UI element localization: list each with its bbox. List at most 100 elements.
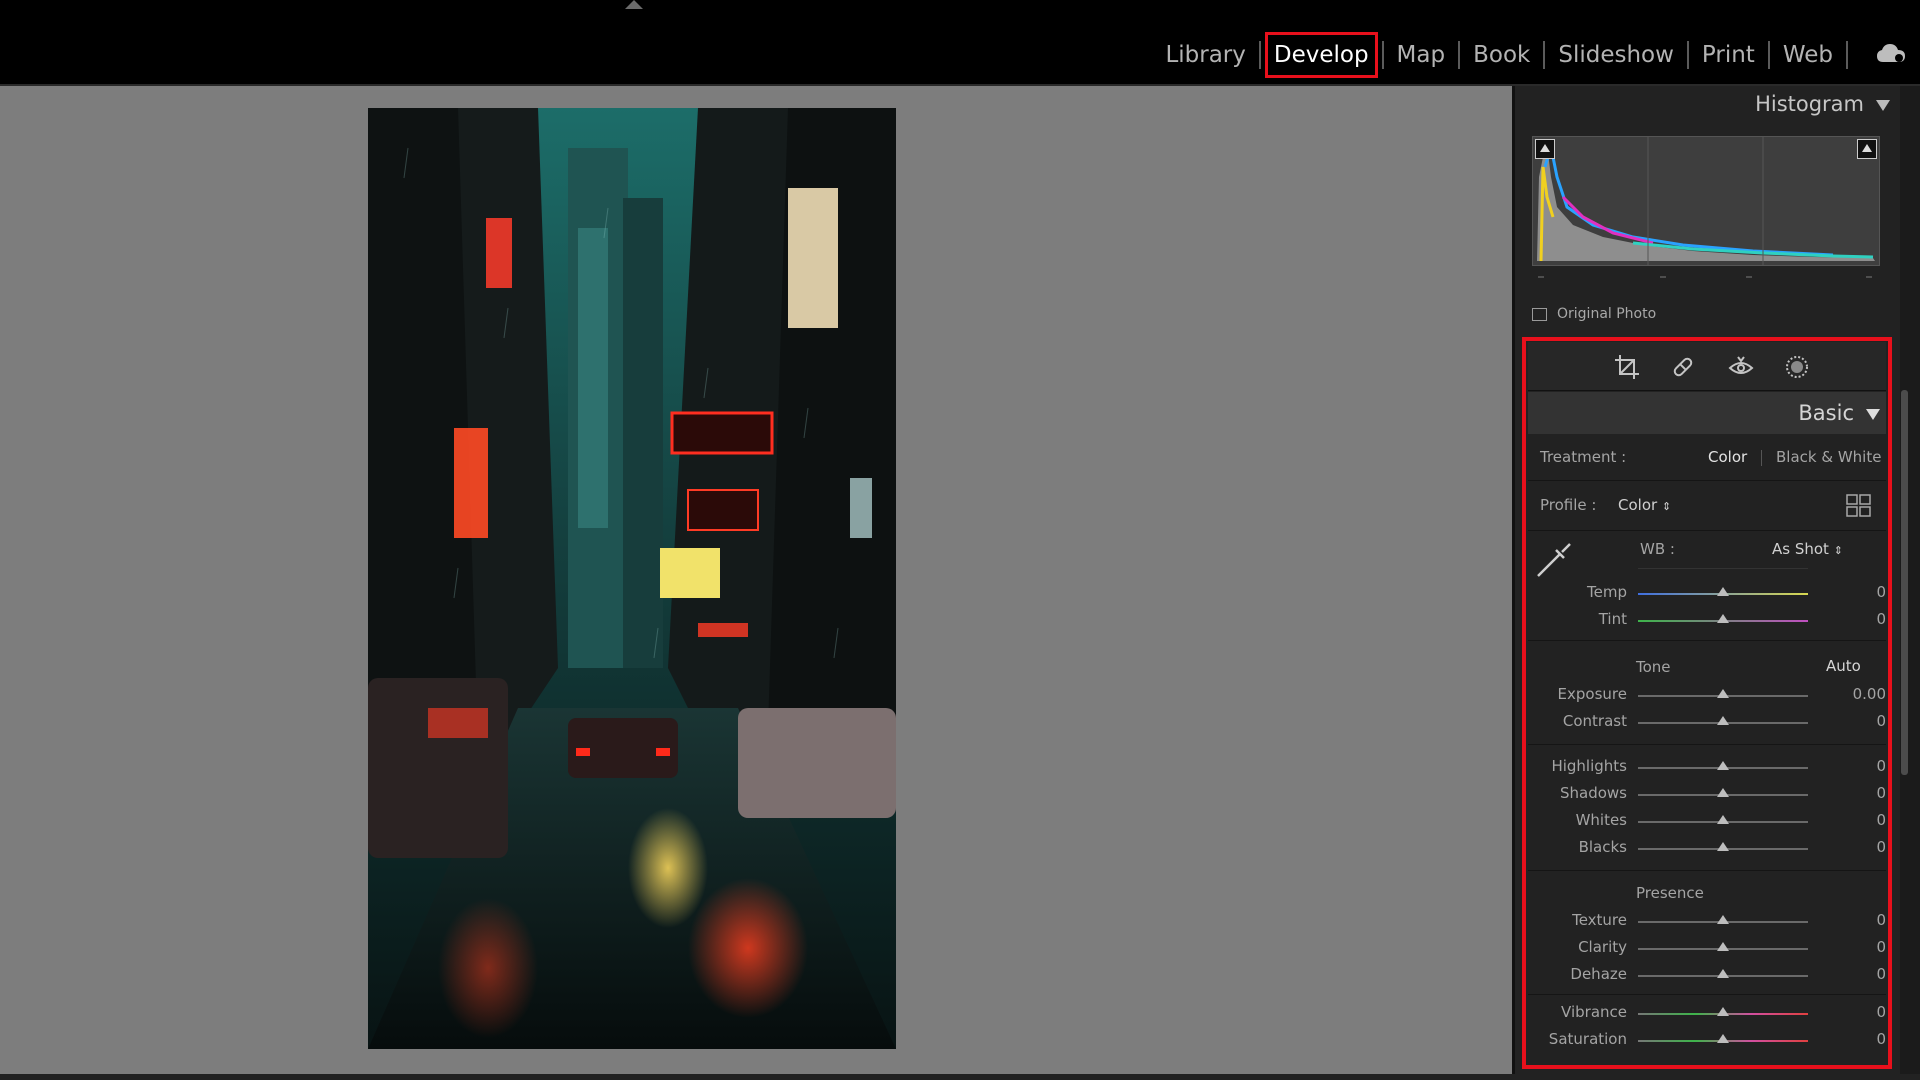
original-photo-toggle[interactable]: Original Photo — [1532, 306, 1656, 322]
slider-tint-thumb[interactable] — [1717, 614, 1729, 623]
wb-value: As Shot — [1772, 540, 1829, 558]
slider-vibrance[interactable] — [1638, 1007, 1808, 1016]
healing-brush-icon[interactable] — [1670, 354, 1696, 380]
original-photo-label: Original Photo — [1557, 306, 1657, 322]
profile-label: Profile : — [1540, 496, 1597, 514]
slider-texture-thumb[interactable] — [1717, 915, 1729, 924]
module-develop[interactable]: Develop — [1264, 32, 1378, 78]
slider-dehaze-thumb[interactable] — [1717, 969, 1729, 978]
slider-vibrance-label: Vibrance — [1561, 1003, 1627, 1021]
slider-tint-value[interactable]: 0 — [1826, 610, 1886, 628]
panel-scrollbar[interactable] — [1901, 390, 1908, 775]
crop-icon[interactable] — [1614, 354, 1640, 380]
slider-saturation-label: Saturation — [1548, 1030, 1627, 1048]
panel-toggle-caret[interactable] — [625, 0, 643, 9]
profile-row: Profile : Color ⇕ — [1528, 490, 1886, 524]
collapse-triangle-icon[interactable] — [1866, 408, 1880, 420]
collapse-triangle-icon[interactable] — [1876, 99, 1890, 111]
module-print[interactable]: Print — [1689, 35, 1768, 75]
treatment-color-option[interactable]: Color — [1708, 448, 1747, 466]
histogram-title: Histogram — [1755, 92, 1864, 116]
histogram[interactable] — [1532, 136, 1880, 266]
histogram-info-dashes — [1538, 276, 1872, 278]
photo-preview[interactable] — [368, 108, 896, 1049]
updown-arrows-icon: ⇕ — [1833, 544, 1843, 557]
slider-blacks-thumb[interactable] — [1717, 842, 1729, 851]
slider-dehaze[interactable] — [1638, 969, 1808, 978]
slider-clarity[interactable] — [1638, 942, 1808, 951]
slider-exposure-thumb[interactable] — [1717, 689, 1729, 698]
module-map[interactable]: Map — [1384, 35, 1459, 75]
treatment-row: Treatment : Color Black & White — [1528, 444, 1886, 474]
module-web[interactable]: Web — [1770, 35, 1846, 75]
slider-vibrance-thumb[interactable] — [1717, 1007, 1729, 1016]
module-library[interactable]: Library — [1152, 35, 1258, 75]
tone-header: Tone Auto — [1528, 656, 1886, 680]
slider-exposure[interactable] — [1638, 689, 1808, 698]
slider-blacks[interactable] — [1638, 842, 1808, 851]
slider-highlights-value[interactable]: 0 — [1826, 757, 1886, 775]
slider-exposure-label: Exposure — [1557, 685, 1627, 703]
slider-shadows-value[interactable]: 0 — [1826, 784, 1886, 802]
tool-strip — [1528, 342, 1886, 391]
profile-select[interactable]: Color ⇕ — [1618, 496, 1671, 514]
slider-saturation-value[interactable]: 0 — [1826, 1030, 1886, 1048]
slider-contrast-label: Contrast — [1562, 712, 1627, 730]
module-list: Library Develop Map Book Slideshow Print… — [1152, 30, 1848, 80]
panel-divider — [1512, 86, 1515, 1080]
slider-temp-value[interactable]: 0 — [1826, 583, 1886, 601]
treatment-separator — [1761, 450, 1762, 466]
histogram-header[interactable]: Histogram — [1520, 92, 1890, 126]
profile-browser-icon[interactable] — [1846, 494, 1872, 518]
module-slideshow[interactable]: Slideshow — [1545, 35, 1687, 75]
slider-whites-label: Whites — [1575, 811, 1627, 829]
wb-underline — [1638, 568, 1808, 569]
slider-exposure-value[interactable]: 0.00 — [1826, 685, 1886, 703]
slider-clarity-thumb[interactable] — [1717, 942, 1729, 951]
slider-saturation[interactable] — [1638, 1034, 1808, 1043]
histogram-graph — [1537, 137, 1875, 265]
image-canvas[interactable] — [0, 86, 1512, 1074]
module-book[interactable]: Book — [1460, 35, 1543, 75]
original-photo-checkbox[interactable] — [1532, 307, 1547, 321]
rainy-city-street-photo — [368, 108, 896, 1049]
slider-whites[interactable] — [1638, 815, 1808, 824]
treatment-bw-option[interactable]: Black & White — [1776, 448, 1881, 466]
presence-label: Presence — [1636, 884, 1704, 902]
slider-saturation-thumb[interactable] — [1717, 1034, 1729, 1043]
shadow-clipping-icon[interactable] — [1535, 139, 1555, 159]
cloud-sync-icon[interactable] — [1876, 42, 1906, 64]
row-divider — [1528, 640, 1886, 641]
module-separator — [1258, 41, 1261, 69]
presence-header: Presence — [1528, 882, 1886, 906]
basic-section-header[interactable]: Basic — [1528, 392, 1886, 434]
slider-clarity-value[interactable]: 0 — [1826, 938, 1886, 956]
wb-select[interactable]: As Shot ⇕ — [1772, 540, 1843, 558]
red-eye-icon[interactable] — [1728, 354, 1754, 380]
slider-shadows-thumb[interactable] — [1717, 788, 1729, 797]
slider-whites-value[interactable]: 0 — [1826, 811, 1886, 829]
masking-icon[interactable] — [1784, 354, 1810, 380]
tone-auto-button[interactable]: Auto — [1826, 657, 1861, 675]
slider-dehaze-value[interactable]: 0 — [1826, 965, 1886, 983]
slider-blacks-value[interactable]: 0 — [1826, 838, 1886, 856]
basic-section-title: Basic — [1798, 401, 1854, 425]
slider-highlights[interactable] — [1638, 761, 1808, 770]
slider-temp-thumb[interactable] — [1717, 587, 1729, 596]
highlight-clipping-icon[interactable] — [1857, 139, 1877, 159]
slider-contrast[interactable] — [1638, 716, 1808, 725]
slider-shadows[interactable] — [1638, 788, 1808, 797]
wb-label: WB : — [1640, 540, 1675, 558]
slider-tint[interactable] — [1638, 614, 1808, 623]
row-divider — [1528, 744, 1886, 745]
slider-vibrance-value[interactable]: 0 — [1826, 1003, 1886, 1021]
tone-label: Tone — [1636, 658, 1671, 676]
slider-temp[interactable] — [1638, 587, 1808, 596]
slider-highlights-thumb[interactable] — [1717, 761, 1729, 770]
slider-texture-value[interactable]: 0 — [1826, 911, 1886, 929]
slider-texture[interactable] — [1638, 915, 1808, 924]
updown-arrows-icon: ⇕ — [1661, 500, 1672, 513]
slider-contrast-thumb[interactable] — [1717, 716, 1729, 725]
slider-whites-thumb[interactable] — [1717, 815, 1729, 824]
slider-contrast-value[interactable]: 0 — [1826, 712, 1886, 730]
